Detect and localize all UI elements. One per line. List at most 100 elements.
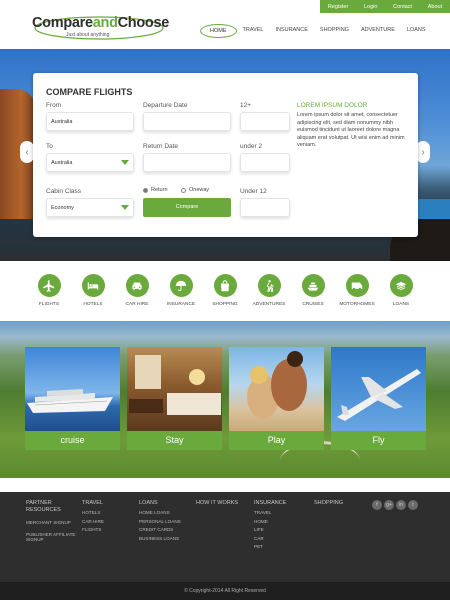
airplane-image [331,347,426,431]
nav-insurance[interactable]: INSURANCE [270,24,314,38]
feature-caption: cruise [25,431,120,450]
footer-col-title: LOANS [139,500,158,506]
contact-link[interactable]: Contact [393,4,412,10]
login-link[interactable]: Login [364,4,377,10]
features-section: cruise Stay Play Fly [0,321,450,478]
bed-icon [81,274,105,297]
category-label: CAR HIRE [125,302,149,307]
category-label: ADVENTURES [252,302,286,307]
nav-shopping[interactable]: SHOPPING [314,24,355,38]
departure-date-field[interactable] [143,112,231,131]
register-link[interactable]: Register [328,4,348,10]
footer-link[interactable]: PERSONAL LOANS [139,519,181,525]
footer-col-travel: TRAVEL HOTELS CAR HIRE FLIGHTS [82,500,104,533]
footer-col-insurance: INSURANCE TRAVEL HOME LIFE CAR PET [254,500,286,550]
nav-adventure[interactable]: ADVENTURE [355,24,401,38]
feature-caption: Stay [127,431,222,450]
car-icon [125,274,149,297]
about-link[interactable]: About [428,4,442,10]
cruise-ship-image [25,347,120,431]
category-motorhomes[interactable]: MOTORHOMES [335,261,379,321]
cabin-class-select[interactable]: Economy [46,198,134,217]
category-label: INSURANCE [166,302,196,307]
return-date-field[interactable] [143,153,231,172]
footer-col-shopping: SHOPPING [314,500,343,507]
money-icon [389,274,413,297]
category-loans[interactable]: LOANS [379,261,423,321]
footer-link[interactable]: TRAVEL [254,510,286,516]
footer-link[interactable]: PET [254,544,286,550]
category-shopping[interactable]: SHOPPING [203,261,247,321]
footer-col-partner: PARTNER RESOURCES MERCHANT SIGNUP PUBLIS… [26,500,76,543]
footer-link[interactable]: BUSINESS LOANS [139,536,181,542]
cabin-class-value: Economy [51,205,74,211]
cabin-class-label: Cabin Class [46,188,82,195]
compare-button[interactable]: Compare [143,198,231,217]
hero-banner: ‹ › COMPARE FLIGHTS From Australia Depar… [0,49,450,261]
to-select[interactable]: Australia [46,153,134,172]
radio-unchecked-icon [181,187,186,193]
nav-home[interactable]: HOME [200,24,237,38]
social-links: f g+ in t [372,500,418,510]
promo-title: LOREM IPSUM DOLOR [297,102,368,109]
footer-col-how-it-works: HOW IT WORKS [196,500,238,507]
logo-word-and: and [92,15,118,31]
category-flights[interactable]: FLIGHTS [27,261,71,321]
trip-return-radio[interactable]: Return [143,187,168,193]
footer-link[interactable]: HOME [254,519,286,525]
feature-caption: Fly [331,431,426,450]
under2-field[interactable] [240,153,290,172]
nav-travel[interactable]: TRAVEL [237,24,270,38]
copyright-bar: © Copyright-2014 All Right Reserved [0,582,450,600]
feature-card-play[interactable]: Play [229,347,324,450]
footer-col-title[interactable]: SHOPPING [314,500,343,507]
footer-link[interactable]: PUBLISHER AFFILIATE SIGNUP [26,532,76,543]
category-label: CRUISES [302,302,324,307]
footer-link[interactable]: HOTELS [82,510,104,516]
footer-link[interactable]: LIFE [254,527,286,533]
logo[interactable]: CompareandChoose Just about anything [32,15,169,43]
category-adventures[interactable]: ADVENTURES [247,261,291,321]
footer-col-loans: LOANS HOME LOANS PERSONAL LOANS CREDIT C… [139,500,181,541]
compare-flights-panel: COMPARE FLIGHTS From Australia Departure… [33,73,418,237]
footer-link[interactable]: CAR [254,536,286,542]
footer-link[interactable]: HOME LOANS [139,510,181,516]
twitter-icon[interactable]: t [408,500,418,510]
site-header: CompareandChoose Just about anything HOM… [0,13,450,49]
trip-oneway-radio[interactable]: Oneway [181,187,209,193]
facebook-icon[interactable]: f [372,500,382,510]
from-label: From [46,102,62,109]
radio-checked-icon [143,187,148,193]
footer-link[interactable]: CAR HIRE [82,519,104,525]
from-field[interactable]: Australia [46,112,134,131]
category-cruises[interactable]: CRUISES [291,261,335,321]
footer-link[interactable]: CREDIT CARDS [139,527,181,533]
category-insurance[interactable]: INSURANCE [159,261,203,321]
footer-col-title[interactable]: HOW IT WORKS [196,500,238,507]
under12-label: Under 12 [240,188,267,195]
nav-loans[interactable]: LOANS [401,24,432,38]
ship-icon [301,274,325,297]
adults-field[interactable] [240,112,290,131]
category-label: HOTELS [83,302,103,307]
trip-oneway-label: Oneway [189,187,210,193]
motorhome-icon [345,274,369,297]
footer-link[interactable]: MERCHANT SIGNUP [26,520,76,526]
slider-prev-chevron-left-icon[interactable]: ‹ [20,141,34,163]
slider-next-chevron-right-icon[interactable]: › [416,141,430,163]
category-hotels[interactable]: HOTELS [71,261,115,321]
feature-card-stay[interactable]: Stay [127,347,222,450]
hiking-icon [257,274,281,297]
footer-link[interactable]: FLIGHTS [82,527,104,533]
google-plus-icon[interactable]: g+ [384,500,394,510]
feature-card-cruise[interactable]: cruise [25,347,120,450]
under12-field[interactable] [240,198,290,217]
linkedin-icon[interactable]: in [396,500,406,510]
category-label: MOTORHOMES [339,302,375,307]
category-label: SHOPPING [212,302,238,307]
return-date-label: Return Date [143,143,179,150]
trip-return-label: Return [151,187,168,193]
category-car-hire[interactable]: CAR HIRE [115,261,159,321]
feature-card-fly[interactable]: Fly [331,347,426,450]
feature-caption: Play [229,431,324,450]
